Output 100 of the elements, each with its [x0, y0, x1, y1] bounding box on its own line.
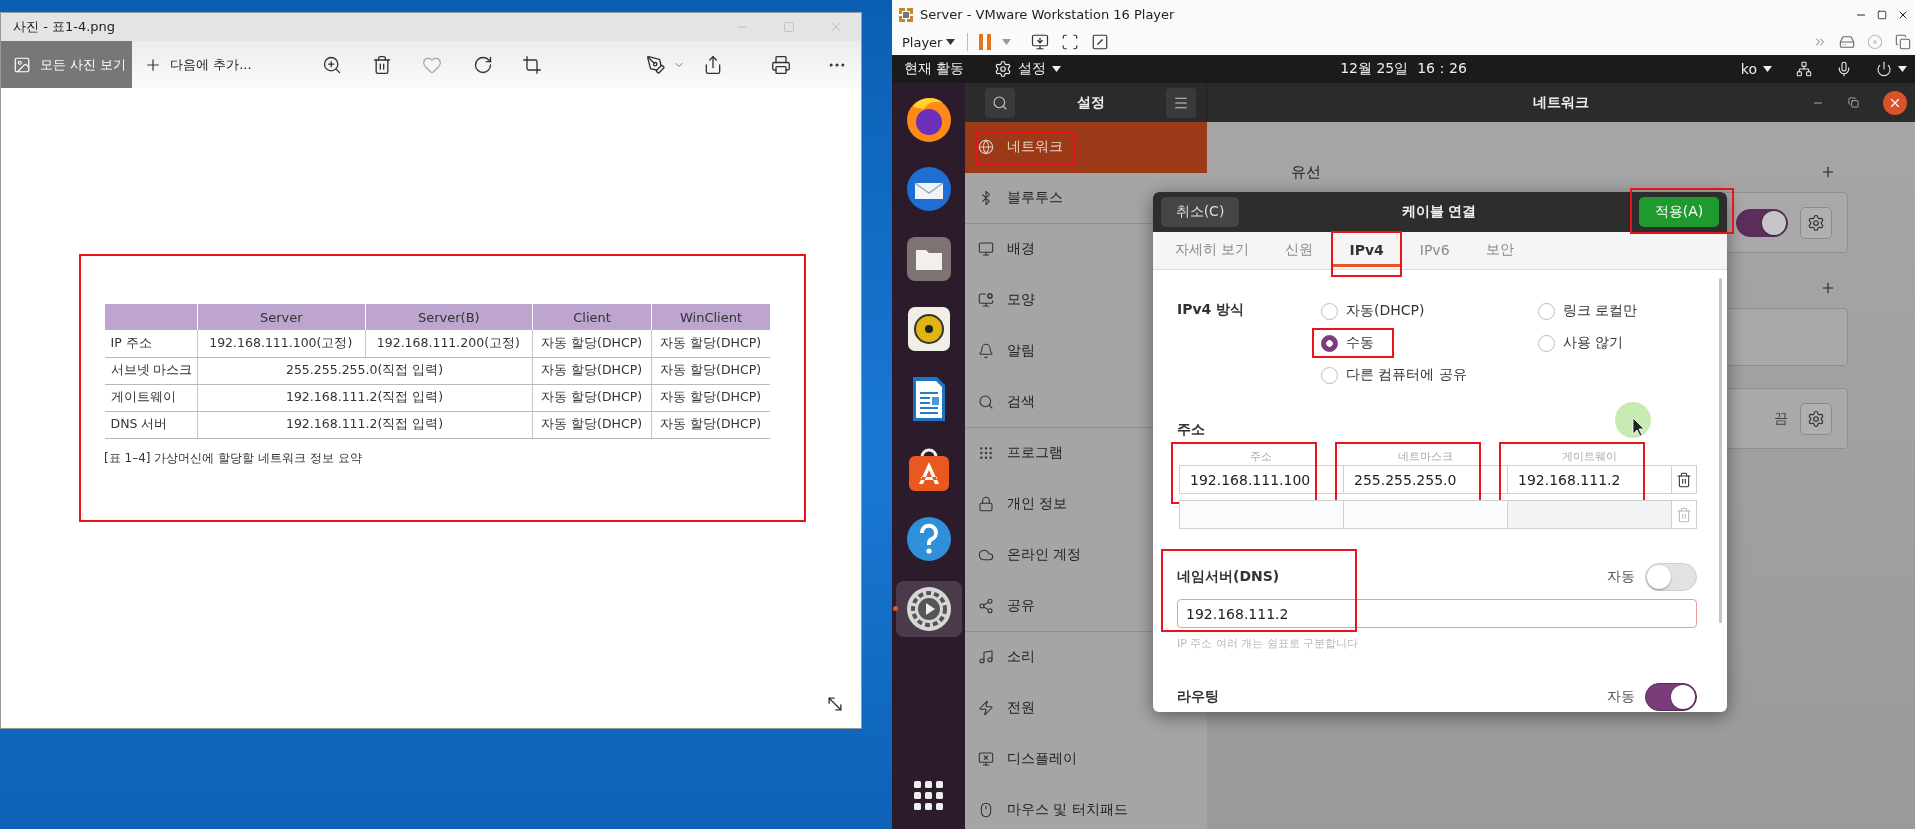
search-icon [992, 94, 1008, 111]
sidebar-item[interactable]: 네트워크 [965, 122, 1207, 173]
radio-button[interactable] [1321, 366, 1338, 384]
radio-button[interactable] [1538, 302, 1555, 320]
input-field[interactable] [1179, 500, 1343, 529]
plus-icon[interactable] [1820, 280, 1836, 296]
radio-option[interactable]: 링크 로컬만 [1538, 302, 1638, 320]
sidebar-item[interactable]: 마우스 및 터치패드 [965, 785, 1207, 829]
table-cell: 192.168.111.2(직접 입력) [197, 411, 533, 438]
plus-icon[interactable] [1820, 164, 1836, 180]
table-cell: 자동 할당(DHCP) [532, 330, 652, 357]
column-header: 게이트웨이 [1560, 449, 1618, 465]
app-menu[interactable]: 설정 [994, 60, 1062, 78]
settings-button[interactable] [1800, 402, 1832, 435]
bell-icon [978, 343, 994, 359]
power-menu[interactable] [1876, 61, 1907, 77]
radio-button[interactable] [1538, 334, 1555, 352]
radio-button[interactable] [1321, 302, 1338, 320]
radio-button[interactable] [1321, 334, 1338, 352]
row-header: 게이트웨이 [104, 384, 198, 411]
toggle-label: 자동 [1607, 688, 1635, 706]
player-menu[interactable]: Player [898, 34, 960, 50]
table-cell: 자동 할당(DHCP) [651, 330, 770, 357]
language-menu[interactable]: ko [1740, 61, 1772, 77]
table-cell: 192.168.111.200(고정) [365, 330, 533, 357]
table-cell: 192.168.111.2(직접 입력) [197, 384, 533, 411]
sidebar-item[interactable]: 디스플레이 [965, 734, 1207, 785]
fullscreen-icon[interactable] [1061, 33, 1080, 51]
row-header: DNS 서버 [104, 411, 198, 438]
table-cell: 자동 할당(DHCP) [651, 384, 770, 411]
menu-button[interactable] [1166, 87, 1196, 118]
drive-icon[interactable] [1839, 34, 1855, 50]
all-photos-button[interactable]: 모든 사진 보기 [1, 41, 132, 88]
running-indicator [892, 606, 898, 611]
monitor-arrow-icon[interactable] [1031, 33, 1050, 51]
rotate-icon[interactable] [473, 54, 493, 75]
input-field[interactable]: 192.168.111.2 [1507, 465, 1671, 494]
app-grid-icon[interactable] [913, 781, 944, 811]
pause-icon[interactable] [978, 33, 993, 51]
caret-icon [1763, 66, 1772, 72]
caret-icon [1052, 66, 1062, 72]
cancel-button[interactable]: 취소(C) [1161, 197, 1239, 227]
column-header: 네트마스크 [1396, 449, 1454, 465]
devices-icon[interactable] [1895, 34, 1911, 50]
network-icon[interactable] [1796, 61, 1812, 77]
gear-icon [1807, 213, 1825, 232]
trash-icon[interactable] [372, 54, 392, 75]
column-header: Client [532, 304, 652, 330]
gear-icon [994, 60, 1013, 78]
column-header: WinClient [651, 304, 770, 330]
input-field[interactable]: 192.168.111.100 [1179, 465, 1343, 494]
search-button[interactable] [985, 87, 1015, 118]
lock-icon [978, 496, 994, 512]
activities-button[interactable]: 현재 활동 [904, 60, 965, 78]
share-icon[interactable] [703, 54, 723, 75]
pen-icon[interactable] [646, 54, 666, 75]
globe-icon [978, 139, 994, 155]
table-cell: 자동 할당(DHCP) [532, 411, 652, 438]
radio-option[interactable]: 다른 컴퓨터에 공유 [1321, 366, 1467, 384]
power-icon [1876, 61, 1892, 77]
monitor-icon [978, 751, 994, 767]
zoom-in-icon[interactable] [322, 54, 342, 75]
apply-button[interactable]: 적용(A) [1639, 197, 1719, 227]
caret-icon [1898, 66, 1907, 72]
radio-option[interactable]: 자동(DHCP) [1321, 302, 1425, 320]
input-field[interactable] [1343, 500, 1507, 529]
field-label: IPv4 방식 [1177, 300, 1246, 319]
monitor-gear-icon [978, 292, 994, 308]
input-field[interactable] [1507, 500, 1671, 529]
print-icon[interactable] [771, 54, 791, 75]
sidebar-title: 설정 [1076, 93, 1105, 112]
table-cell: 자동 할당(DHCP) [651, 357, 770, 384]
column-header: Server(B) [365, 304, 533, 330]
close-button[interactable] [1883, 90, 1907, 115]
settings-button[interactable] [1800, 206, 1832, 239]
table-cell: 자동 할당(DHCP) [532, 384, 652, 411]
toggle-switch[interactable] [1645, 683, 1697, 711]
scrollbar[interactable] [1719, 278, 1722, 623]
table-cell: 192.168.111.100(고정) [197, 330, 366, 357]
maximize-icon[interactable] [1877, 9, 1887, 20]
add-to-button[interactable]: 다음에 추가... [132, 55, 322, 74]
column-header: 주소 [1249, 449, 1273, 465]
input-field[interactable]: 255.255.255.0 [1343, 465, 1507, 494]
radio-option[interactable]: 사용 않기 [1538, 334, 1624, 352]
tab[interactable]: IPv4 [1333, 233, 1400, 267]
input-field[interactable]: 192.168.111.2 [1177, 599, 1697, 628]
caret-icon [1002, 39, 1012, 45]
delete-button[interactable] [1671, 465, 1697, 494]
window-title: Server - VMware Workstation 16 Player [920, 7, 1176, 22]
sidebar-item[interactable]: 알림 [965, 326, 1207, 377]
microphone-icon[interactable] [1836, 61, 1852, 77]
row-header: 서브넷 마스크 [104, 357, 198, 384]
trash-icon [1676, 506, 1692, 523]
radio-option[interactable]: 수동 [1321, 334, 1374, 352]
trash-icon [1676, 471, 1692, 488]
toggle-switch[interactable] [1736, 208, 1788, 237]
restore-icon[interactable] [1848, 97, 1859, 108]
crop-icon[interactable] [522, 54, 542, 75]
clock[interactable]: 12월 25일 16：26 [1340, 60, 1467, 78]
crossed-square-icon[interactable] [1091, 33, 1110, 51]
